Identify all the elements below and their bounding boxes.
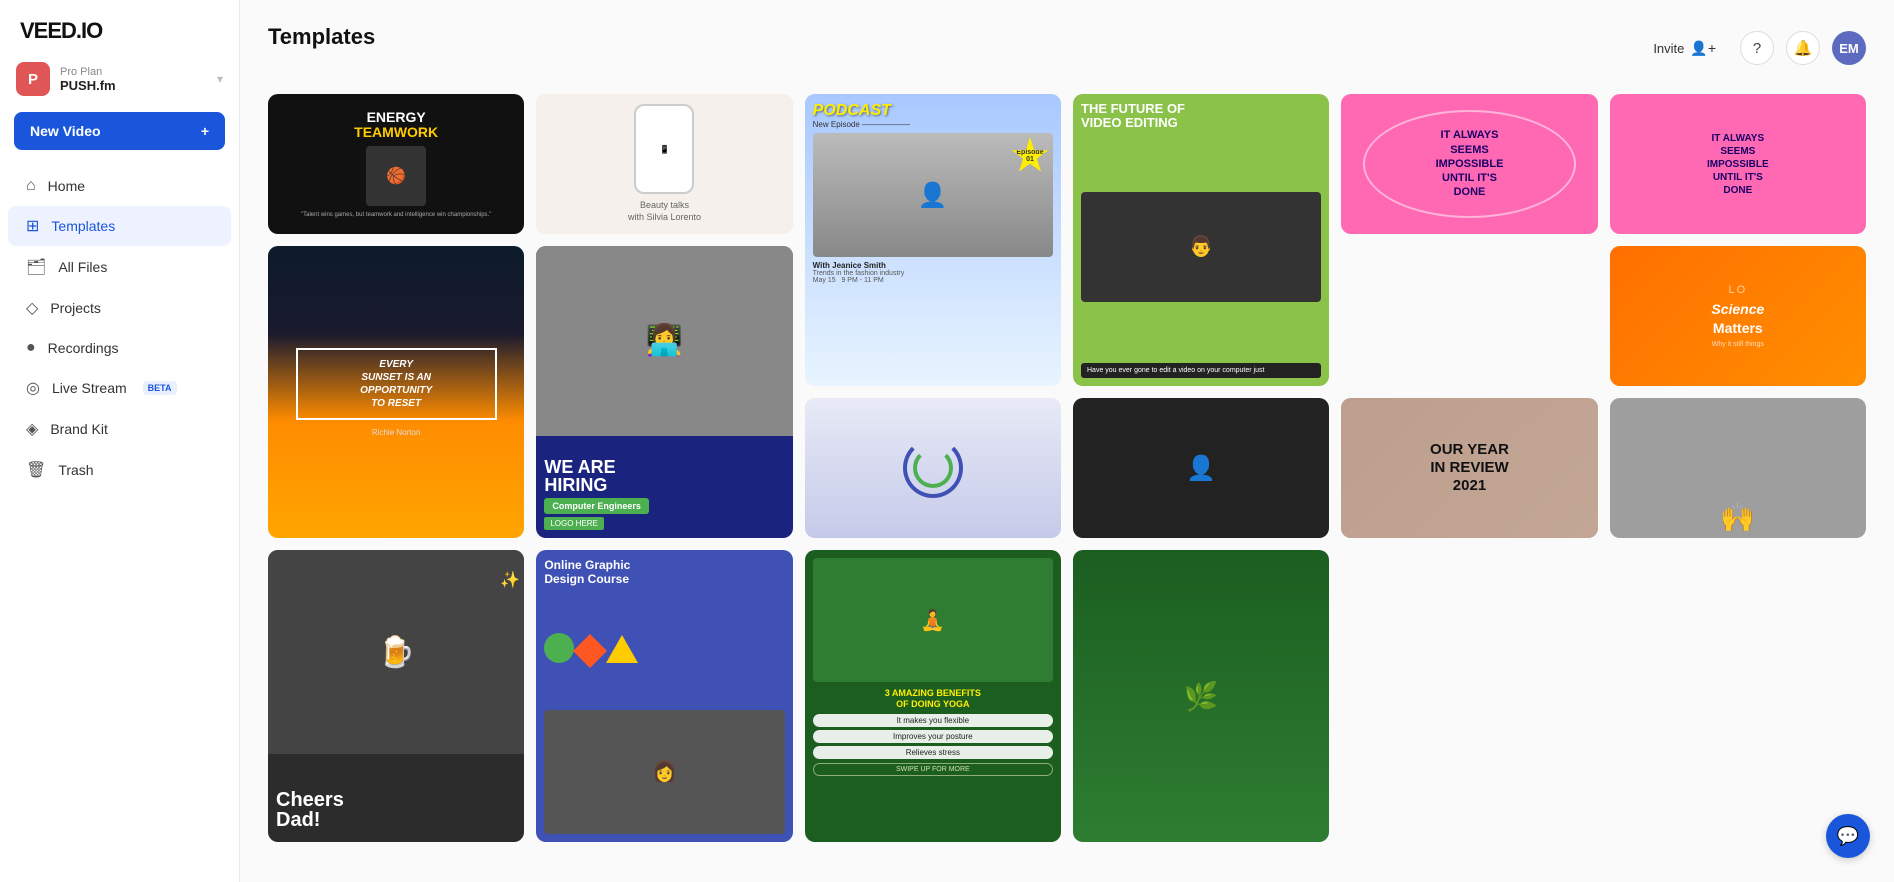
sidebar-item-label: Templates xyxy=(51,218,115,234)
page-title: Templates xyxy=(268,24,375,50)
account-name: PUSH.fm xyxy=(60,78,207,93)
chat-button[interactable]: 💬 xyxy=(1826,814,1870,858)
template-card-gray[interactable]: 🙌 xyxy=(1610,398,1866,538)
new-video-label: New Video xyxy=(30,123,101,139)
home-icon: ⌂ xyxy=(26,177,36,195)
sidebar-item-label: Home xyxy=(48,178,85,194)
template-card-science[interactable]: LO ScienceMatters Why it still things xyxy=(1610,246,1866,386)
brand-kit-icon: ◈ xyxy=(26,419,38,439)
template-card-green[interactable]: 🌿 xyxy=(1073,550,1329,842)
sidebar-item-label: Trash xyxy=(58,462,93,478)
new-video-button[interactable]: New Video + xyxy=(14,112,225,150)
main-content: Templates Invite 👤+ ? 🔔 EM ENERGYTeamwor… xyxy=(240,0,1894,882)
live-stream-icon: ◎ xyxy=(26,378,40,398)
template-card-energy[interactable]: ENERGYTeamwork 🏀 "Talent wins games, but… xyxy=(268,94,524,234)
template-card-future[interactable]: THE FUTURE OFVIDEO EDITING 👨 Have you ev… xyxy=(1073,94,1329,386)
sidebar-nav: ⌂ Home ⊞ Templates 🗂 All Files ◇ Project… xyxy=(0,166,239,491)
sidebar-item-live-stream[interactable]: ◎ Live Stream BETA xyxy=(8,368,231,408)
sidebar-item-all-files[interactable]: 🗂 All Files xyxy=(8,247,231,287)
invite-button[interactable]: Invite 👤+ xyxy=(1641,34,1728,63)
templates-icon: ⊞ xyxy=(26,216,39,236)
template-card-cheers[interactable]: 🍺 CheersDad! ✨ xyxy=(268,550,524,842)
template-card-graphic[interactable]: Online GraphicDesign Course 👩 xyxy=(536,550,792,842)
projects-icon: ◇ xyxy=(26,298,38,318)
beta-badge: BETA xyxy=(143,381,177,395)
new-video-plus-icon: + xyxy=(201,123,209,139)
sidebar-item-label: Live Stream xyxy=(52,380,127,396)
templates-grid: ENERGYTeamwork 🏀 "Talent wins games, but… xyxy=(268,94,1866,842)
sidebar-item-trash[interactable]: 🗑 Trash xyxy=(8,450,231,490)
sidebar-item-templates[interactable]: ⊞ Templates xyxy=(8,206,231,246)
invite-label: Invite xyxy=(1653,41,1684,56)
all-files-icon: 🗂 xyxy=(26,257,46,277)
sidebar-item-brand-kit[interactable]: ◈ Brand Kit xyxy=(8,409,231,449)
template-card-beauty[interactable]: 📱 Beauty talkswith Silvia Lorento xyxy=(536,94,792,234)
invite-icon: 👤+ xyxy=(1690,40,1716,57)
template-card-impossible[interactable]: IT ALWAYSSEEMSIMPOSSIBLEUNTIL IT'SDONE xyxy=(1341,94,1597,234)
sidebar-item-label: Projects xyxy=(50,300,101,316)
template-card-hiring[interactable]: 👩‍💻 WE AREHIRING Computer Engineers LOGO… xyxy=(536,246,792,538)
sidebar-item-home[interactable]: ⌂ Home xyxy=(8,167,231,205)
account-avatar: P xyxy=(16,62,50,96)
help-button[interactable]: ? xyxy=(1740,31,1774,65)
template-card-podcast2[interactable] xyxy=(805,398,1061,538)
user-avatar-button[interactable]: EM xyxy=(1832,31,1866,65)
sidebar-item-label: Brand Kit xyxy=(50,421,108,437)
header-actions: Invite 👤+ ? 🔔 EM xyxy=(1641,31,1866,65)
template-card-yoga[interactable]: 🧘 3 AMAZING BENEFITSOF DOING YOGA It mak… xyxy=(805,550,1061,842)
recordings-icon: ● xyxy=(26,339,36,357)
account-plan: Pro Plan xyxy=(60,66,207,78)
sidebar-item-label: All Files xyxy=(58,259,107,275)
template-card-yearreview[interactable]: OUR YEARIN REVIEW2021 xyxy=(1341,398,1597,538)
notifications-button[interactable]: 🔔 xyxy=(1786,31,1820,65)
template-card-podcast[interactable]: PODCAST New Episode —————— 👤 Episode01 W… xyxy=(805,94,1061,386)
trash-icon: 🗑 xyxy=(26,460,46,480)
sidebar-item-label: Recordings xyxy=(48,340,119,356)
sidebar-item-recordings[interactable]: ● Recordings xyxy=(8,329,231,367)
template-card-sunset[interactable]: EVERYSUNSET IS ANOPPORTUNITYTO RESET Ric… xyxy=(268,246,524,538)
account-selector[interactable]: P Pro Plan PUSH.fm ▾ xyxy=(0,54,239,108)
sidebar: VEED.IO P Pro Plan PUSH.fm ▾ New Video +… xyxy=(0,0,240,882)
account-info: Pro Plan PUSH.fm xyxy=(60,66,207,93)
sidebar-item-projects[interactable]: ◇ Projects xyxy=(8,288,231,328)
app-logo: VEED.IO xyxy=(0,0,239,54)
account-chevron-icon: ▾ xyxy=(217,72,223,86)
template-card-future2[interactable]: 👤 xyxy=(1073,398,1329,538)
